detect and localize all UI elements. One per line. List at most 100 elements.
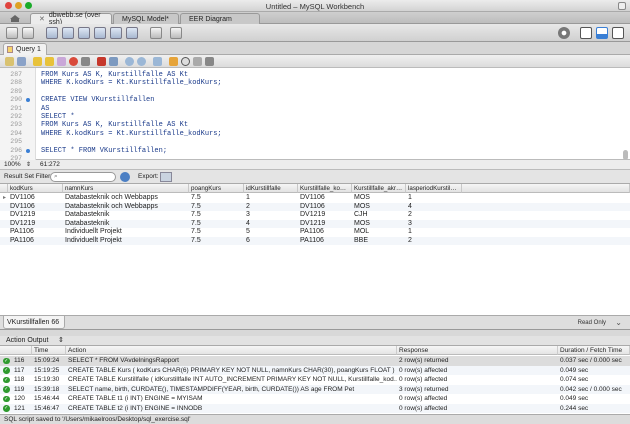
explain-icon[interactable] [57, 57, 66, 66]
new-sql-tab-icon[interactable] [6, 27, 18, 39]
list-item[interactable]: ✓ 117 15:19:25 CREATE TABLE Kurs ( kodKurs … [0, 365, 630, 375]
table-row[interactable]: ▸ DV1106 Databasteknik och Webbapps 7.5 1 DV1… [0, 194, 630, 203]
editor-scrollbar[interactable] [623, 150, 628, 160]
table-cell[interactable]: 4 [406, 203, 412, 212]
table-cell[interactable]: DV1106 [298, 203, 325, 212]
dropdown-chevron-icon[interactable]: ⇕ [58, 336, 64, 344]
table-cell[interactable]: Databasteknik [63, 220, 109, 229]
beautify-icon[interactable] [169, 57, 178, 66]
table-cell[interactable]: 7.5 [189, 237, 201, 246]
table-cell[interactable]: 2 [406, 237, 412, 246]
table-cell[interactable]: 5 [244, 228, 250, 237]
create-view-icon[interactable] [94, 27, 106, 39]
sql-editor[interactable]: 287 288 289 290 291 292 293 294 295 296 297 FROM K… [0, 68, 630, 162]
search-icon[interactable] [181, 57, 190, 66]
time-column-header[interactable]: Time [32, 346, 66, 355]
table-cell[interactable]: Databasteknik [63, 211, 109, 220]
table-cell[interactable]: BBE [352, 237, 368, 246]
column-header[interactable]: namnKurs [63, 184, 189, 193]
table-cell[interactable]: PA1106 [8, 237, 34, 246]
table-cell[interactable]: MOS [352, 203, 370, 212]
table-row[interactable]: DV1219 Databasteknik 7.5 3 DV1219 CJH 2 [0, 211, 630, 220]
result-filter-input[interactable]: ⌕ [50, 172, 116, 182]
execute-icon[interactable] [33, 57, 42, 66]
fullscreen-icon[interactable] [618, 2, 626, 10]
close-tab-icon[interactable]: ✕ [39, 15, 45, 23]
table-cell[interactable]: Databasteknik och Webbapps [63, 203, 158, 212]
create-routine-icon[interactable] [110, 27, 122, 39]
code-line[interactable]: SELECT * [41, 113, 75, 121]
create-function-icon[interactable] [126, 27, 138, 39]
open-file-icon[interactable] [5, 57, 14, 66]
table-cell[interactable]: 2 [406, 211, 412, 220]
create-table-icon[interactable] [78, 27, 90, 39]
table-cell[interactable]: PA1106 [298, 228, 324, 237]
table-cell[interactable]: MOS [352, 194, 370, 203]
table-cell[interactable]: 7.5 [189, 220, 201, 229]
tab-connection[interactable]: ✕ dbwebb.se (over ssh) [30, 12, 112, 26]
table-cell[interactable]: 1 [244, 194, 250, 203]
table-cell[interactable]: MOL [352, 228, 369, 237]
tab-model[interactable]: MySQL Model* [113, 13, 179, 24]
table-cell[interactable]: CJH [352, 211, 368, 220]
toggle-output-icon[interactable] [596, 27, 608, 39]
export-icon[interactable] [160, 172, 172, 182]
table-cell[interactable]: DV1219 [8, 211, 35, 220]
code-line[interactable]: FROM Kurs AS K, Kurstillfalle AS Kt [41, 121, 188, 129]
response-column-header[interactable]: Response [397, 346, 558, 355]
table-cell[interactable]: DV1219 [298, 211, 325, 220]
execute-current-icon[interactable] [45, 57, 54, 66]
code-line[interactable]: CREATE VIEW VKurstillfallen [41, 96, 154, 104]
column-header[interactable]: lasperiodKurstil… [406, 184, 462, 193]
status-column-header[interactable] [0, 346, 32, 355]
table-cell[interactable]: 2 [244, 203, 250, 212]
column-header[interactable]: kodKurs [8, 184, 63, 193]
statement-marker-icon[interactable] [26, 98, 30, 103]
tab-result[interactable]: VKurstillfallen 66 [3, 316, 65, 329]
table-row[interactable]: DV1219 Databasteknik 7.5 4 DV1219 MOS 3 [0, 219, 630, 229]
column-header[interactable]: Kurstillfalle_akr… [352, 184, 406, 193]
inspector-icon[interactable] [46, 27, 58, 39]
table-row[interactable]: DV1106 Databasteknik och Webbapps 7.5 2 DV11… [0, 202, 630, 212]
toggle-secondary-sidebar-icon[interactable] [612, 27, 624, 39]
stop-icon[interactable] [69, 57, 78, 66]
code-line[interactable]: AS [41, 105, 49, 113]
zoom-stepper-icon[interactable]: ⇕ [26, 161, 31, 168]
wrap-lines-icon[interactable] [205, 57, 214, 66]
statement-marker-icon[interactable] [26, 148, 30, 153]
table-cell[interactable]: 7.5 [189, 203, 201, 212]
table-cell[interactable]: 7.5 [189, 211, 201, 220]
save-icon[interactable] [17, 57, 26, 66]
gear-icon[interactable] [558, 27, 570, 39]
table-cell[interactable]: DV1219 [298, 220, 325, 229]
chevron-down-icon[interactable]: ⌄ [615, 318, 622, 327]
code-line[interactable]: SELECT * FROM VKurstillfallen; [41, 147, 167, 155]
commit-icon[interactable] [109, 57, 118, 66]
rollback-icon[interactable] [125, 57, 134, 66]
action-output-title[interactable]: Action Output [6, 337, 48, 344]
results-grid[interactable]: kodKurs namnKurs poangKurs idKurstillfalle K… [0, 184, 630, 316]
tab-eer-diagram[interactable]: EER Diagram [180, 13, 260, 24]
reconnect-icon[interactable] [170, 27, 182, 39]
create-schema-icon[interactable] [62, 27, 74, 39]
table-cell[interactable]: Databasteknik och Webbapps [63, 194, 158, 203]
duration-column-header[interactable]: Duration / Fetch Time [558, 346, 630, 355]
table-cell[interactable]: 6 [244, 237, 250, 246]
limit-rows-icon[interactable] [153, 57, 162, 66]
table-cell[interactable]: 1 [406, 228, 412, 237]
list-item[interactable]: ✓ 121 15:46:47 CREATE TABLE t2 (i INT) ENGI… [0, 403, 630, 413]
tab-query-1[interactable]: Query 1 [3, 43, 47, 55]
refresh-icon[interactable] [120, 172, 130, 182]
code-line[interactable]: FROM Kurs AS K, Kurstillfalle AS Kt [41, 71, 188, 79]
list-item[interactable]: ✓ 120 15:46:44 CREATE TABLE t1 (i INT) ENGI… [0, 394, 630, 404]
table-cell[interactable]: 4 [244, 220, 250, 229]
action-column-header[interactable]: Action [66, 346, 397, 355]
list-item[interactable]: ✓ 119 15:39:18 SELECT name, birth, CURDATE(… [0, 384, 630, 394]
code-line[interactable]: WHERE K.kodKurs = Kt.Kurstillfalle_kodKu… [41, 130, 222, 138]
home-tab[interactable] [2, 13, 28, 24]
list-item[interactable]: ✓ 118 15:19:30 CREATE TABLE Kurstillfalle (… [0, 375, 630, 385]
column-header[interactable]: idKurstillfalle [244, 184, 298, 193]
table-cell[interactable]: 3 [406, 220, 412, 229]
table-cell[interactable]: Individuellt Projekt [63, 237, 122, 246]
list-item[interactable]: ✓ 116 15:09:24 SELECT * FROM VAvdelningsRap… [0, 356, 630, 366]
